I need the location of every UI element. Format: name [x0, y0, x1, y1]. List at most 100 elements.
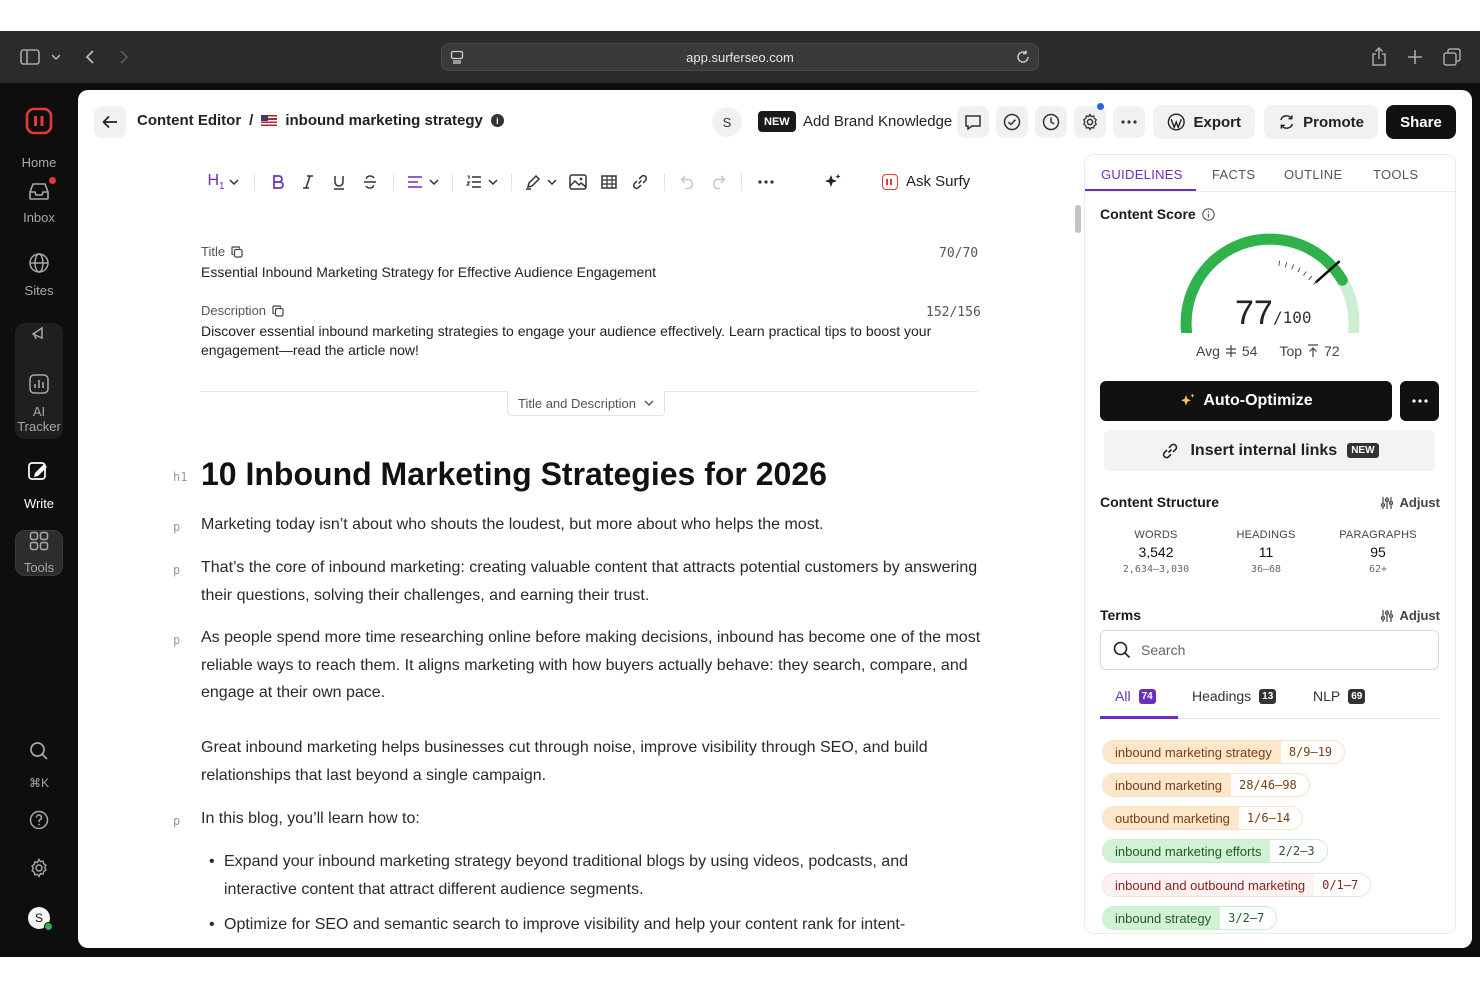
undo-button[interactable]: [673, 168, 703, 196]
shortcut-hint: ⌘K: [0, 776, 78, 790]
editor-scrollbar[interactable]: [1075, 205, 1081, 233]
breadcrumb-root[interactable]: Content Editor: [137, 112, 241, 129]
structure-adjust-button[interactable]: Adjust: [1380, 495, 1440, 510]
comments-button[interactable]: [957, 106, 989, 138]
more-formatting-button[interactable]: [750, 168, 782, 196]
paragraph[interactable]: That’s the core of inbound marketing: cr…: [201, 554, 981, 609]
ai-sparkle-button[interactable]: [817, 168, 849, 196]
term-chip[interactable]: outbound marketing 1/6–14: [1102, 806, 1304, 830]
description-field[interactable]: Discover essential inbound marketing str…: [201, 322, 981, 360]
collaborator-avatar[interactable]: S: [712, 107, 742, 137]
filter-tab-all[interactable]: All 74: [1115, 688, 1156, 704]
back-arrow-icon[interactable]: [80, 31, 100, 83]
export-button[interactable]: Export: [1153, 105, 1255, 139]
help-button[interactable]: [0, 810, 78, 833]
sidebar-toggle-icon[interactable]: [18, 31, 42, 83]
user-avatar[interactable]: S: [0, 907, 78, 931]
toggle-label: Title and Description: [518, 395, 637, 411]
stat-value: 3,542: [1138, 544, 1174, 560]
sidebar-item-home[interactable]: Home: [0, 149, 78, 170]
tab-facts[interactable]: FACTS: [1212, 167, 1255, 182]
term-name: outbound marketing: [1103, 807, 1239, 829]
list-dropdown[interactable]: [461, 168, 503, 196]
content-score-title: Content Score: [1100, 206, 1215, 222]
highlight-dropdown[interactable]: [520, 168, 562, 196]
article-heading[interactable]: 10 Inbound Marketing Strategies for 2026: [201, 456, 827, 493]
new-tab-icon[interactable]: [1404, 31, 1426, 83]
insert-internal-links-button[interactable]: Insert internal links NEW: [1104, 430, 1435, 471]
list-item[interactable]: Expand your inbound marketing strategy b…: [209, 848, 982, 903]
tab-guidelines[interactable]: GUIDELINES: [1101, 167, 1183, 182]
title-description-toggle[interactable]: Title and Description: [507, 391, 666, 416]
promote-button[interactable]: Promote: [1264, 105, 1378, 139]
strikethrough-button[interactable]: [355, 168, 385, 196]
avatar-letter: S: [34, 911, 43, 925]
term-chip[interactable]: inbound marketing strategy 8/9–19: [1102, 740, 1346, 764]
italic-button[interactable]: [293, 168, 323, 196]
paragraph[interactable]: Great inbound marketing helps businesses…: [201, 734, 981, 789]
insert-link-button[interactable]: [624, 168, 656, 196]
ask-surfy-button[interactable]: Ask Surfy: [882, 173, 970, 190]
gear-icon: [29, 858, 49, 881]
content-structure-title: Content Structure: [1100, 494, 1219, 510]
address-bar[interactable]: app.surferseo.com: [441, 43, 1039, 71]
site-settings-icon[interactable]: [450, 50, 464, 67]
edit-icon: [27, 459, 51, 484]
settings-button[interactable]: [0, 858, 78, 881]
align-dropdown[interactable]: [402, 168, 444, 196]
stat-value: 11: [1258, 544, 1274, 560]
settings-button[interactable]: [1074, 103, 1106, 138]
sidebar-item-inbox[interactable]: Inbox: [0, 177, 78, 225]
new-badge: NEW: [1347, 443, 1379, 458]
insert-image-button[interactable]: [562, 168, 594, 196]
tab-overview-icon[interactable]: [1440, 31, 1464, 83]
surfer-logo[interactable]: [0, 107, 78, 135]
history-button[interactable]: [1035, 106, 1067, 138]
bold-button[interactable]: [263, 168, 293, 196]
share-button[interactable]: Share: [1386, 105, 1456, 139]
copy-icon[interactable]: [272, 304, 284, 317]
terms-search-input[interactable]: Search: [1100, 630, 1439, 670]
term-count: 3/2–7: [1220, 907, 1277, 929]
paragraph[interactable]: Marketing today isn’t about who shouts t…: [201, 511, 981, 539]
forward-arrow-icon[interactable]: [114, 31, 134, 83]
insert-table-button[interactable]: [594, 168, 624, 196]
underline-button[interactable]: [323, 168, 355, 196]
share-page-icon[interactable]: [1368, 31, 1390, 83]
guidelines-panel: GUIDELINES FACTS OUTLINE TOOLS Content S…: [1084, 154, 1456, 934]
sidebar-item-tools[interactable]: Tools: [0, 531, 78, 575]
back-button[interactable]: [94, 106, 126, 138]
checks-button[interactable]: [996, 106, 1028, 138]
paragraph[interactable]: In this blog, you’ll learn how to:: [201, 805, 981, 833]
term-chip[interactable]: inbound and outbound marketing 0/1–7: [1102, 873, 1372, 897]
search-button[interactable]: [0, 741, 78, 764]
sidebar-item-promote[interactable]: [0, 324, 78, 345]
term-chip[interactable]: inbound strategy 3/2–7: [1102, 906, 1278, 930]
term-chip[interactable]: inbound marketing 28/46–98: [1102, 773, 1310, 797]
paragraph[interactable]: As people spend more time researching on…: [201, 624, 981, 707]
heading-dropdown[interactable]: H1: [200, 168, 246, 196]
tab-tools[interactable]: TOOLS: [1373, 167, 1418, 182]
info-icon[interactable]: i: [490, 114, 504, 127]
add-brand-knowledge-button[interactable]: Add Brand Knowledge: [803, 113, 952, 130]
tab-outline[interactable]: OUTLINE: [1284, 167, 1342, 182]
filter-tab-headings[interactable]: Headings 13: [1192, 688, 1277, 704]
term-name: inbound and outbound marketing: [1103, 874, 1315, 896]
list-item[interactable]: Optimize for SEO and semantic search to …: [209, 911, 982, 939]
sidebar-item-sites[interactable]: Sites: [0, 252, 78, 298]
copy-icon[interactable]: [231, 245, 243, 258]
chevron-down-icon[interactable]: [48, 31, 64, 83]
title-field[interactable]: Essential Inbound Marketing Strategy for…: [201, 263, 981, 282]
numbered-list-icon: [466, 175, 481, 188]
filter-tab-nlp[interactable]: NLP 69: [1313, 688, 1366, 704]
sidebar-item-ai-tracker[interactable]: AI Tracker: [0, 373, 78, 434]
info-icon[interactable]: [1201, 207, 1215, 221]
sidebar-item-write[interactable]: Write: [0, 459, 78, 511]
auto-optimize-button[interactable]: Auto-Optimize: [1100, 381, 1392, 421]
redo-button[interactable]: [703, 168, 733, 196]
reload-icon[interactable]: [1016, 50, 1030, 67]
terms-adjust-button[interactable]: Adjust: [1380, 608, 1440, 623]
more-options-button[interactable]: [1113, 106, 1145, 138]
term-chip[interactable]: inbound marketing efforts 2/2–3: [1102, 839, 1328, 863]
auto-optimize-more-button[interactable]: [1400, 381, 1439, 421]
